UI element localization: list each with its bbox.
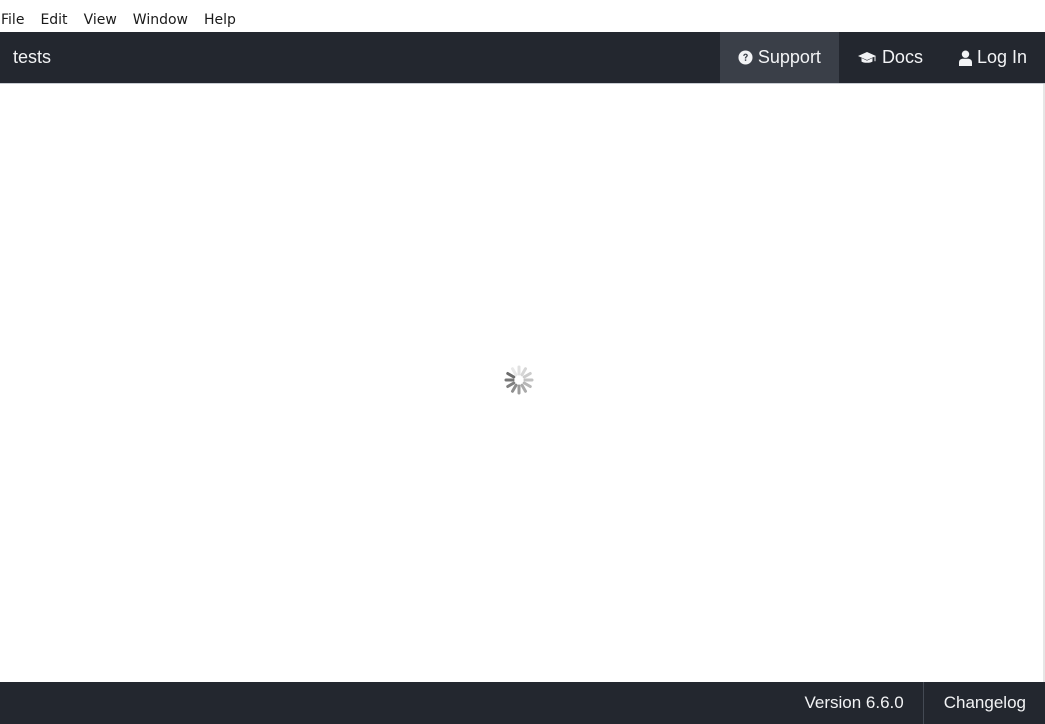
question-circle-icon bbox=[738, 50, 753, 65]
app-window: File Edit View Window Help tests Support bbox=[0, 0, 1045, 724]
changelog-link[interactable]: Changelog bbox=[924, 682, 1045, 724]
menu-help[interactable]: Help bbox=[196, 0, 244, 32]
version-label: Version 6.6.0 bbox=[805, 682, 924, 724]
spinner-icon bbox=[502, 363, 536, 397]
menu-view[interactable]: View bbox=[76, 0, 125, 32]
top-navbar: tests Support Docs Log In bbox=[0, 32, 1045, 84]
menu-edit[interactable]: Edit bbox=[32, 0, 75, 32]
support-label: Support bbox=[757, 47, 821, 67]
login-button[interactable]: Log In bbox=[941, 32, 1045, 83]
navbar-actions: Support Docs Log In bbox=[719, 32, 1045, 83]
menu-window[interactable]: Window bbox=[125, 0, 196, 32]
docs-label: Docs bbox=[881, 47, 923, 67]
support-button[interactable]: Support bbox=[719, 32, 839, 83]
main-content bbox=[0, 84, 1045, 682]
login-label: Log In bbox=[976, 47, 1027, 67]
graduation-cap-icon bbox=[857, 51, 877, 65]
user-icon bbox=[958, 50, 972, 66]
menu-bar: File Edit View Window Help bbox=[0, 0, 1045, 32]
footer-bar: Version 6.6.0 Changelog bbox=[0, 682, 1045, 724]
project-name[interactable]: tests bbox=[13, 32, 51, 83]
menu-file[interactable]: File bbox=[0, 0, 32, 32]
docs-button[interactable]: Docs bbox=[839, 32, 941, 83]
